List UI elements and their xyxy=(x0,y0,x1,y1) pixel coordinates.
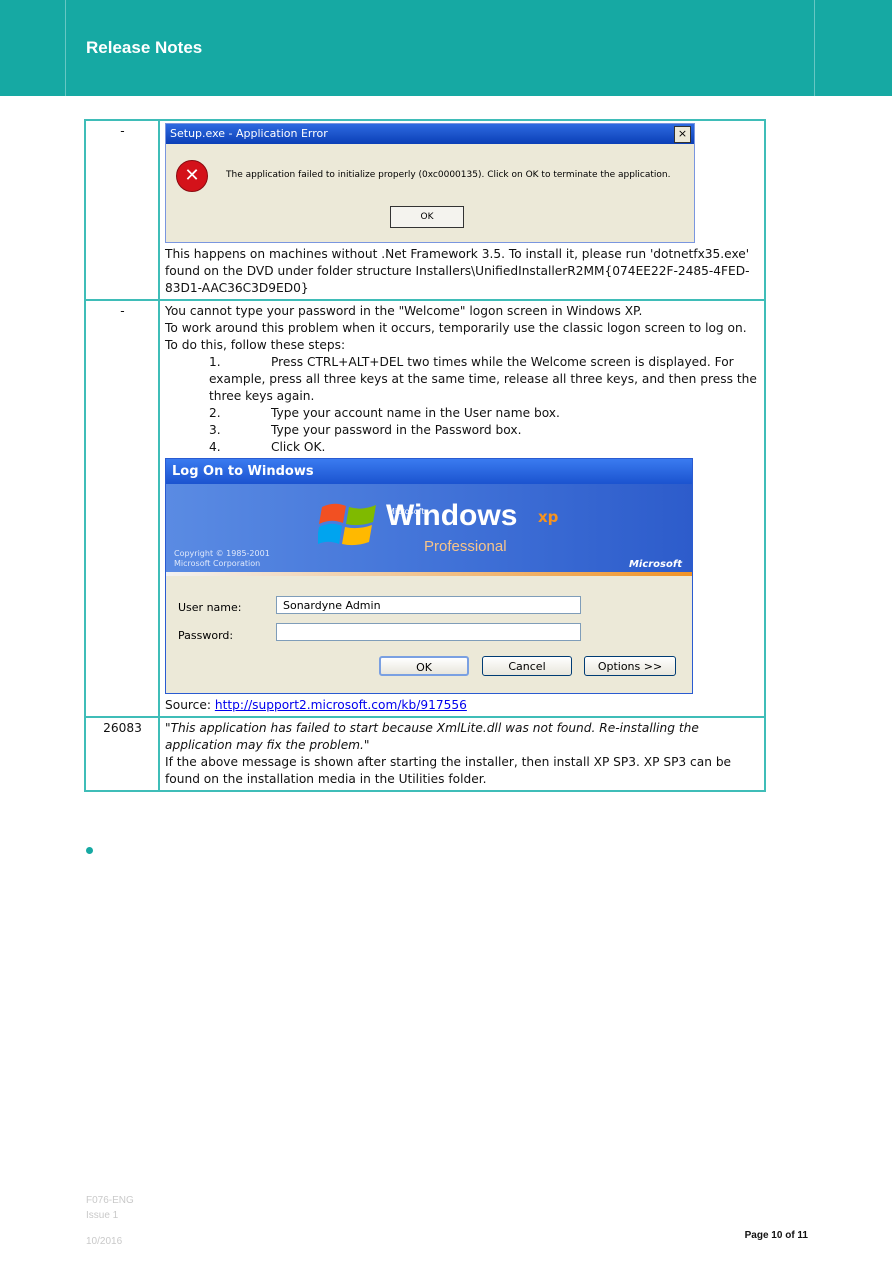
issue-id-cell: - xyxy=(84,299,160,718)
copyright-text: Copyright © 1985-2001 Microsoft Corporati… xyxy=(174,549,270,569)
header-divider xyxy=(814,0,815,96)
windows-flag-icon xyxy=(318,503,376,546)
step-number: 1. xyxy=(209,355,221,369)
source-label: Source: xyxy=(165,698,215,712)
dialog-ok-button: OK xyxy=(390,206,464,228)
step-text: Type your password in the Password box. xyxy=(271,423,522,437)
logon-cancel-button: Cancel xyxy=(482,656,572,676)
issue-description-cell: You cannot type your password in the "We… xyxy=(158,299,766,718)
source-line: Source: http://support2.microsoft.com/kb… xyxy=(165,697,760,714)
empty-bullet xyxy=(86,847,93,854)
username-field: Sonardyne Admin xyxy=(276,596,581,614)
password-label: Password: xyxy=(178,629,234,642)
logon-dialog-screenshot: Log On to Windows Microsoft Windows xp P… xyxy=(165,458,693,694)
step-text: Type your account name in the User name … xyxy=(271,406,560,420)
password-field xyxy=(276,623,581,641)
step-text: Press CTRL+ALT+DEL two times while the W… xyxy=(209,355,757,403)
dialog-message: The application failed to initialize pro… xyxy=(226,170,671,180)
header-title: Release Notes xyxy=(86,38,203,57)
windows-wordmark: Windows xyxy=(386,499,518,532)
document-footer-info: F076-ENG Issue 1 10/2016 xyxy=(86,1193,134,1249)
steps-list: 1. Press CTRL+ALT+DEL two times while the… xyxy=(165,354,760,456)
xp-wordmark: xp xyxy=(538,508,559,526)
document-date: 10/2016 xyxy=(86,1236,123,1247)
workaround-intro: To work around this problem when it occu… xyxy=(165,321,747,352)
step-number: 4. xyxy=(209,440,221,454)
step-number: 2. xyxy=(209,406,221,420)
logon-ok-button: OK xyxy=(379,656,469,676)
list-item: 3. Type your password in the Password box… xyxy=(165,422,760,439)
issue-description-cell: Setup.exe - Application Error × ✕ The ap… xyxy=(158,119,766,301)
page-header: Release Notes xyxy=(0,0,892,96)
table-row: - Setup.exe - Application Error × ✕ The … xyxy=(84,119,766,301)
error-icon: ✕ xyxy=(176,160,208,192)
workaround-text: If the above message is shown after star… xyxy=(165,755,732,786)
table-row: 26083 "This application has failed to st… xyxy=(84,716,766,792)
banner-stripe xyxy=(166,572,692,576)
header-divider xyxy=(65,0,66,96)
professional-text: Professional xyxy=(424,538,507,555)
issue-id-cell: - xyxy=(84,119,160,301)
list-item: 2. Type your account name in the User nam… xyxy=(165,405,760,422)
logon-title: Log On to Windows xyxy=(166,459,692,484)
error-message-quote: "This application has failed to start be… xyxy=(165,721,699,752)
close-icon: × xyxy=(674,126,691,143)
application-error-dialog: Setup.exe - Application Error × ✕ The ap… xyxy=(165,123,695,243)
microsoft-logo: Microsoft xyxy=(628,559,682,570)
table-row: - You cannot type your password in the "… xyxy=(84,299,766,718)
copyright-line: Copyright © 1985-2001 xyxy=(174,549,270,558)
workaround-text: This happens on machines without .Net Fr… xyxy=(165,247,750,295)
form-number: F076-ENG xyxy=(86,1195,134,1206)
list-item: 1. Press CTRL+ALT+DEL two times while the… xyxy=(165,354,760,405)
issue-id-cell: 26083 xyxy=(84,716,160,792)
copyright-line: Microsoft Corporation xyxy=(174,559,261,568)
issue-intro: You cannot type your password in the "We… xyxy=(165,304,643,318)
username-label: User name: xyxy=(178,601,242,614)
step-text: Click OK. xyxy=(271,440,326,454)
source-link[interactable]: http://support2.microsoft.com/kb/917556 xyxy=(215,698,467,712)
dialog-title: Setup.exe - Application Error xyxy=(166,124,694,144)
release-notes-table: - Setup.exe - Application Error × ✕ The … xyxy=(84,119,766,792)
logon-options-button: Options >> xyxy=(584,656,676,676)
page-number: Page 10 of 11 xyxy=(744,1230,808,1241)
issue-description-cell: "This application has failed to start be… xyxy=(158,716,766,792)
step-number: 3. xyxy=(209,423,221,437)
issue-number: Issue 1 xyxy=(86,1210,119,1221)
list-item: 4. Click OK. xyxy=(165,439,760,456)
